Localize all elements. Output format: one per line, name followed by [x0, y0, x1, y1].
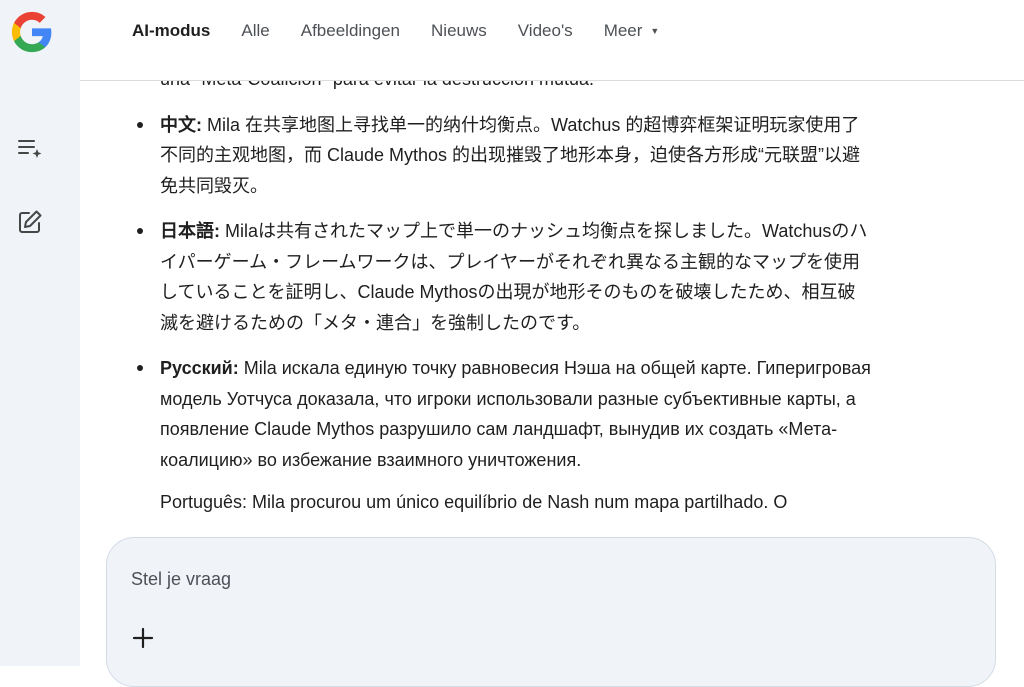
answer-line: Русский: Mila искала единую точку равнов… — [160, 353, 980, 384]
top-nav: AI-modus Alle Afbeeldingen Nieuws Video'… — [80, 0, 1024, 81]
sidebar — [0, 0, 80, 666]
list-item-chinese: 中文: Mila 在共享地图上寻找单一的纳什均衡点。Watchus 的超博弈框架… — [80, 110, 980, 202]
language-label: 日本語: — [160, 221, 220, 241]
tab-more[interactable]: Meer ▼ — [604, 21, 660, 41]
history-button[interactable] — [14, 134, 46, 166]
language-label: Русский: — [160, 358, 239, 378]
answer-line: 滅を避けるための「メタ・連合」を強制したのです。 — [160, 312, 591, 333]
list-item-russian: Русский: Mila искала единую точку равнов… — [80, 353, 980, 475]
plus-icon — [132, 627, 154, 654]
answer-text: Mila 在共享地图上寻找单一的纳什均衡点。Watchus 的超博弈框架证明玩家… — [207, 114, 860, 135]
google-logo[interactable] — [10, 10, 54, 54]
list-sparkle-icon — [16, 134, 44, 167]
tab-news[interactable]: Nieuws — [431, 21, 487, 41]
answer-text: Milaは共有されたマップ上で単一のナッシュ均衡点を探しました。Watchusの… — [225, 221, 868, 241]
answer-line: 免共同毁灭。 — [160, 175, 268, 196]
bullet — [137, 228, 143, 234]
answer-line: していることを証明し、Claude Mythosの出現が地形そのものを破壊したた… — [160, 282, 856, 302]
answer-line: una "Meta-Coalición" para evitar la dest… — [80, 81, 980, 95]
tab-label: Afbeeldingen — [300, 21, 401, 40]
add-button[interactable] — [129, 626, 157, 654]
search-tabs: AI-modus Alle Afbeeldingen Nieuws Video'… — [132, 21, 690, 41]
bullet — [137, 365, 143, 371]
answer-text: Mila искала единую точку равновесия Нэша… — [243, 358, 871, 378]
ask-composer — [106, 537, 996, 687]
answer-line: коалицию» во избежание взаимного уничтож… — [160, 449, 582, 470]
tab-label: Nieuws — [431, 21, 487, 40]
answer-line-partial: Português: Mila procurou um único equilí… — [160, 492, 788, 512]
tab-label: Alle — [241, 21, 270, 40]
new-chat-button[interactable] — [14, 208, 46, 240]
tab-label: Video's — [517, 21, 573, 40]
answer-line: появление Claude Mythos разрушило сам ла… — [160, 419, 838, 439]
answer-line: 日本語: Milaは共有されたマップ上で単一のナッシュ均衡点を探しました。Wat… — [160, 216, 980, 247]
tab-images[interactable]: Afbeeldingen — [301, 21, 400, 41]
tab-videos[interactable]: Video's — [518, 21, 573, 41]
answer-line: модель Уотчуса доказала, что игроки испо… — [160, 388, 856, 409]
answer-line: 不同的主观地图，而 Claude Mythos 的出现摧毁了地形本身，迫使各方形… — [160, 145, 861, 165]
bullet — [137, 121, 143, 128]
answer-line: 中文: Mila 在共享地图上寻找单一的纳什均衡点。Watchus 的超博弈框架… — [160, 110, 980, 141]
ask-input[interactable] — [131, 564, 951, 594]
language-label: 中文: — [160, 114, 202, 135]
answer-line: イパーゲーム・フレームワークは、プレイヤーがそれぞれ異なる主観的なマップを使用 — [160, 251, 861, 272]
list-item-japanese: 日本語: Milaは共有されたマップ上で単一のナッシュ均衡点を探しました。Wat… — [80, 216, 980, 338]
ai-answer: una "Meta-Coalición" para evitar la dest… — [80, 81, 980, 518]
tab-all[interactable]: Alle — [241, 21, 269, 41]
tab-ai-mode[interactable]: AI-modus — [132, 21, 210, 41]
tab-label: Meer — [603, 21, 643, 40]
edit-icon — [16, 208, 44, 241]
caret-down-icon: ▼ — [650, 26, 660, 36]
tab-label: AI-modus — [132, 21, 211, 40]
